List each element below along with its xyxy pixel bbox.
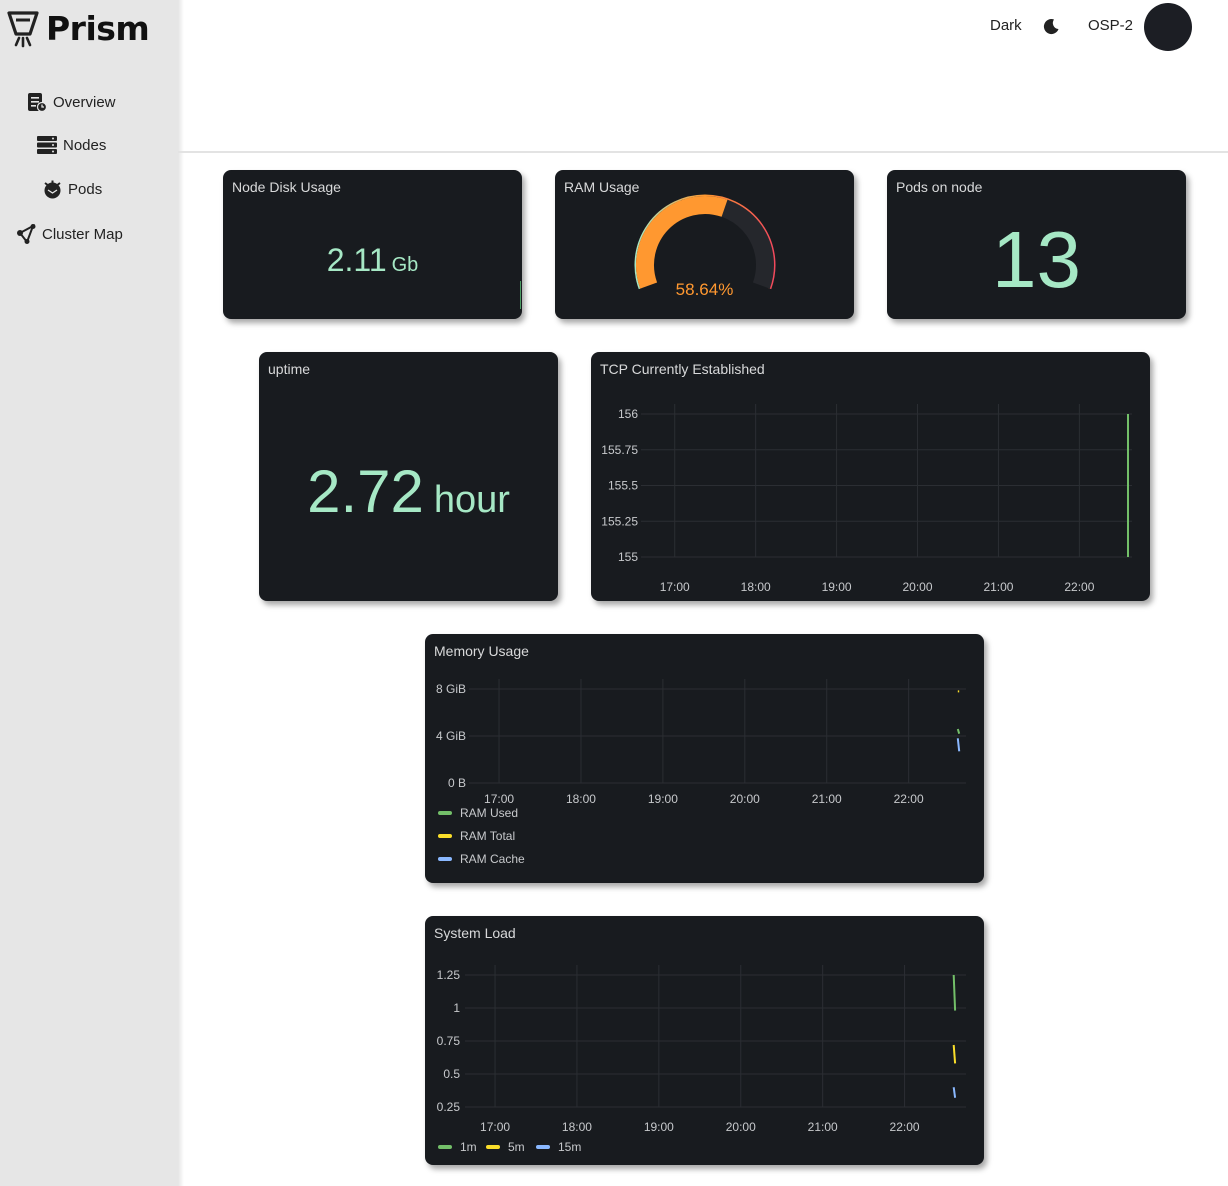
legend-swatch: [438, 811, 452, 815]
panel-uptime: uptime 2.72 hour: [259, 352, 558, 601]
x-tick-label: 20:00: [903, 580, 933, 594]
sparkline: [520, 281, 521, 309]
x-tick-label: 22:00: [890, 1120, 920, 1134]
legend-label: RAM Used: [460, 806, 519, 820]
series-line: [952, 974, 957, 1011]
series-line: [956, 728, 961, 734]
x-tick-label: 18:00: [566, 792, 596, 806]
sidebar-item-label: Overview: [53, 93, 116, 111]
legend-swatch: [438, 1145, 452, 1149]
pods-count-value: 13: [992, 215, 1081, 304]
x-tick-label: 19:00: [648, 792, 678, 806]
y-tick-label: 0.25: [437, 1100, 461, 1114]
cluster-name[interactable]: OSP-2: [1088, 17, 1133, 34]
x-tick-label: 17:00: [660, 580, 690, 594]
overview-icon: [28, 93, 47, 112]
app-name: Prism: [46, 8, 150, 48]
sidebar: Prism Overview Nodes Pods Cluster Map: [0, 0, 178, 1186]
disk-usage-unit: Gb: [391, 254, 419, 276]
sidebar-item-label: Pods: [68, 181, 103, 198]
sidebar-item-overview[interactable]: Overview: [27, 92, 116, 112]
legend-swatch: [536, 1145, 550, 1149]
sidebar-item-label: Cluster Map: [42, 225, 123, 243]
x-tick-label: 21:00: [808, 1120, 838, 1134]
sidebar-item-cluster-map[interactable]: Cluster Map: [16, 224, 123, 244]
panel-system-load: System Load 1.25 1 0.75 0.5 0.25 17:00 18:00 19…: [425, 916, 984, 1165]
legend-label: 1m: [460, 1140, 477, 1154]
cluster-map-icon: [17, 224, 36, 244]
y-tick-label: 155.5: [608, 479, 638, 493]
tcp-chart: 156 155.75 155.5 155.25 155 17:00 18:00 19:00 20…: [601, 404, 1132, 594]
x-tick-label: 17:00: [480, 1120, 510, 1134]
x-tick-label: 19:00: [822, 580, 852, 594]
legend-label: RAM Cache: [460, 852, 525, 866]
sidebar-shadow: [178, 0, 184, 1186]
y-tick-label: 155: [618, 550, 638, 564]
x-tick-label: 18:00: [562, 1120, 592, 1134]
sidebar-item-label: Nodes: [63, 136, 107, 154]
legend-label: 15m: [558, 1140, 582, 1154]
legend-swatch: [486, 1145, 500, 1149]
y-tick-label: 8 GiB: [436, 682, 466, 696]
x-tick-label: 20:00: [726, 1120, 756, 1134]
uptime-stat: 2.72 hour: [259, 457, 558, 526]
panel-ram-usage: RAM Usage 58.64%: [555, 170, 854, 319]
panel-title: uptime: [268, 361, 311, 377]
x-tick-label: 20:00: [730, 792, 760, 806]
sidebar-item-pods[interactable]: Pods: [43, 180, 102, 199]
header-divider: [178, 151, 1228, 153]
y-tick-label: 4 GiB: [436, 729, 466, 743]
memory-chart: 8 GiB 4 GiB 0 B 17:00 18:00 19:00 20:00 21:00 22…: [436, 679, 966, 806]
panel-title: Pods on node: [896, 179, 983, 195]
sidebar-item-nodes[interactable]: Nodes: [37, 136, 106, 154]
x-tick-label: 21:00: [983, 580, 1013, 594]
panel-pods-on-node: Pods on node 13: [887, 170, 1186, 319]
x-tick-label: 21:00: [812, 792, 842, 806]
legend-item[interactable]: RAM Cache: [438, 852, 525, 866]
x-tick-label: 22:00: [894, 792, 924, 806]
panel-title: Node Disk Usage: [232, 179, 341, 195]
y-tick-label: 155.75: [601, 443, 638, 457]
moon-icon[interactable]: [1043, 18, 1060, 35]
ram-usage-value: 58.64%: [675, 280, 734, 299]
legend-label: 5m: [508, 1140, 525, 1154]
series-line: [952, 1044, 957, 1064]
legend-swatch: [438, 857, 452, 861]
theme-label: Dark: [990, 17, 1022, 34]
uptime-value: 2.72: [307, 458, 424, 525]
series-line: [956, 738, 961, 752]
legend-item[interactable]: 5m: [486, 1140, 525, 1154]
x-tick-label: 22:00: [1064, 580, 1094, 594]
server-icon: [37, 136, 57, 154]
y-tick-label: 1: [453, 1001, 460, 1015]
pod-icon: [44, 180, 61, 199]
y-tick-label: 0.5: [443, 1067, 460, 1081]
gauge-fill: [636, 196, 728, 289]
avatar[interactable]: [1144, 3, 1192, 51]
x-tick-label: 18:00: [741, 580, 771, 594]
panel-node-disk-usage: Node Disk Usage 2.11 Gb: [223, 170, 522, 319]
legend-item[interactable]: 1m: [438, 1140, 477, 1154]
x-tick-label: 17:00: [484, 792, 514, 806]
legend-label: RAM Total: [460, 829, 516, 843]
panel-memory-usage: Memory Usage 8 GiB 4 GiB 0 B 17:00 18:00 19:0…: [425, 634, 984, 883]
series-line: [952, 1087, 957, 1098]
disk-usage-stat: 2.11 Gb: [223, 242, 522, 279]
y-tick-label: 0 B: [448, 776, 466, 790]
legend-swatch: [438, 834, 452, 838]
prism-logo-icon: [7, 11, 39, 48]
y-tick-label: 155.25: [601, 514, 638, 528]
y-tick-label: 156: [618, 407, 638, 421]
x-tick-label: 19:00: [644, 1120, 674, 1134]
legend-item[interactable]: 15m: [536, 1140, 581, 1154]
uptime-unit: hour: [433, 479, 510, 521]
panel-tcp-established: TCP Currently Established 156 155.75 155.5…: [591, 352, 1150, 601]
app-logo[interactable]: Prism: [6, 8, 150, 48]
y-tick-label: 0.75: [437, 1034, 461, 1048]
system-load-chart: 1.25 1 0.75 0.5 0.25 17:00 18:00 19:00 20:00 21:0…: [437, 965, 966, 1134]
legend-item[interactable]: RAM Total: [438, 829, 515, 843]
y-tick-label: 1.25: [437, 968, 461, 982]
legend-item[interactable]: RAM Used: [438, 806, 518, 820]
disk-usage-value: 2.11: [326, 242, 387, 278]
